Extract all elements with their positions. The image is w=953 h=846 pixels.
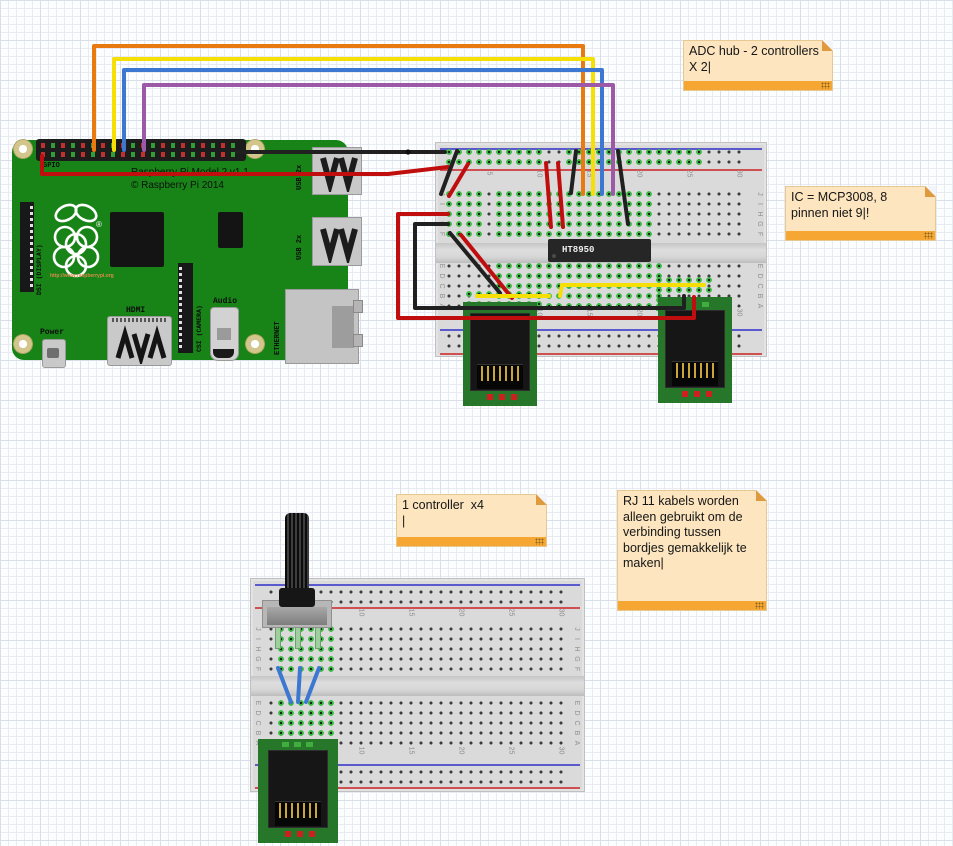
csi-connector: [178, 263, 193, 353]
note-text[interactable]: 1 controller x4 |: [402, 498, 542, 529]
note-fold-corner: [925, 186, 936, 197]
audio-jack: [210, 307, 239, 361]
note-ic-mcp3008[interactable]: IC = MCP3008, 8 pinnen niet 9|!: [785, 186, 936, 241]
rj11-connector-bottom[interactable]: [258, 739, 338, 843]
solder-pad: [309, 831, 315, 837]
rj11-gold-pins: [676, 363, 714, 378]
gpio-pins-top: [41, 143, 241, 148]
wire-bendpoint[interactable]: [405, 149, 410, 154]
row-letters: JIHGF: [573, 624, 581, 674]
memory-chip: [218, 212, 243, 248]
soc-chip: [110, 212, 164, 267]
hdmi-label: HDMI: [126, 306, 145, 315]
holes-upper-connected: [494, 189, 654, 239]
row-letters: EDCBA: [438, 261, 446, 311]
note-resize-grip[interactable]: [924, 232, 933, 239]
note-title-bar[interactable]: [684, 81, 832, 90]
pot-leg: [295, 625, 301, 649]
solder-pad: [702, 302, 709, 307]
center-channel: [251, 676, 584, 696]
column-numbers: 51015202530: [464, 170, 764, 177]
power-label: Power: [40, 328, 64, 337]
row-letters: JIHGF: [756, 189, 764, 239]
rj11-gold-pins: [481, 366, 519, 381]
gpio-pins-bottom: [41, 152, 241, 157]
rj11-connector-left[interactable]: [463, 302, 537, 406]
rj11-gold-pins: [279, 803, 317, 818]
note-text[interactable]: IC = MCP3008, 8 pinnen niet 9|!: [791, 190, 931, 221]
registered-mark: ®: [96, 220, 102, 229]
pi-model-text: Raspberry Pi Model 2 v1.1: [131, 167, 249, 178]
holes-upper-connected: [444, 189, 484, 239]
dsi-label: DSI (DISPLAY): [36, 215, 43, 295]
note-adc-hub[interactable]: ADC hub - 2 controllers X 2|: [683, 40, 833, 91]
dsi-connector: [20, 202, 34, 292]
hdmi-port: [107, 316, 172, 366]
pot-shaft: [285, 513, 309, 593]
pot-leg: [315, 625, 321, 649]
fritzing-canvas: GPIO Raspberry Pi Model 2 v1.1 © Raspber…: [0, 0, 953, 846]
gpio-header[interactable]: [36, 139, 246, 161]
mounting-hole: [13, 334, 33, 354]
note-text[interactable]: ADC hub - 2 controllers X 2|: [689, 44, 828, 75]
note-one-controller[interactable]: 1 controller x4 |: [396, 494, 547, 547]
solder-pad: [297, 831, 303, 837]
pi-url-text: http://www.raspberrypi.org: [50, 273, 114, 279]
solder-pad: [706, 391, 712, 397]
holes-upper-connected: [276, 624, 336, 674]
row-letters: EDCBA: [756, 261, 764, 311]
pot-body: [267, 607, 327, 625]
csi-label: CSI (CAMERA): [196, 266, 203, 352]
solder-pad: [282, 742, 289, 747]
usb-port-2: [312, 217, 362, 266]
mounting-hole: [245, 334, 265, 354]
note-resize-grip[interactable]: [755, 602, 764, 609]
pot-leg: [275, 625, 281, 649]
mounting-hole: [245, 139, 265, 159]
note-resize-grip[interactable]: [535, 538, 544, 545]
note-title-bar[interactable]: [786, 231, 935, 240]
solder-pad: [694, 391, 700, 397]
raspberry-pi-board[interactable]: GPIO Raspberry Pi Model 2 v1.1 © Raspber…: [12, 140, 348, 360]
solder-pad: [306, 742, 313, 747]
note-title-bar[interactable]: [618, 601, 766, 610]
solder-pad: [682, 391, 688, 397]
power-port: [42, 339, 66, 368]
solder-pad: [487, 394, 493, 400]
solder-pad: [294, 742, 301, 747]
note-resize-grip[interactable]: [821, 82, 830, 89]
note-title-bar[interactable]: [397, 537, 546, 546]
note-rj11-kabels[interactable]: RJ 11 kabels worden alleen gebruikt om d…: [617, 490, 767, 611]
ic-chip[interactable]: HT8950: [548, 239, 651, 262]
ethernet-port: [285, 289, 359, 364]
gpio-label: GPIO: [43, 162, 60, 170]
solder-pad: [499, 394, 505, 400]
rj11-connector-right[interactable]: [658, 297, 732, 403]
solder-pad: [511, 394, 517, 400]
usb-label-1: USB 2x: [296, 156, 304, 190]
note-fold-corner: [822, 40, 833, 51]
note-fold-corner: [536, 494, 547, 505]
pot-knob-base: [279, 588, 315, 607]
usb-label-2: USB 2x: [296, 226, 304, 260]
audio-label: Audio: [213, 297, 237, 306]
ethernet-label: ETHERNET: [274, 295, 282, 355]
pi-copyright-text: © Raspberry Pi 2014: [131, 180, 224, 191]
mounting-hole: [13, 139, 33, 159]
note-text[interactable]: RJ 11 kabels worden alleen gebruikt om d…: [623, 494, 762, 572]
usb-port-1: [312, 147, 362, 195]
ic-label: HT8950: [562, 245, 594, 255]
row-letters: EDCBA: [573, 698, 581, 748]
note-fold-corner: [756, 490, 767, 501]
rail-holes-top-connected: [444, 147, 544, 167]
row-letters: JIHGF: [254, 624, 262, 674]
solder-pad: [285, 831, 291, 837]
ic-notch: [552, 254, 556, 258]
